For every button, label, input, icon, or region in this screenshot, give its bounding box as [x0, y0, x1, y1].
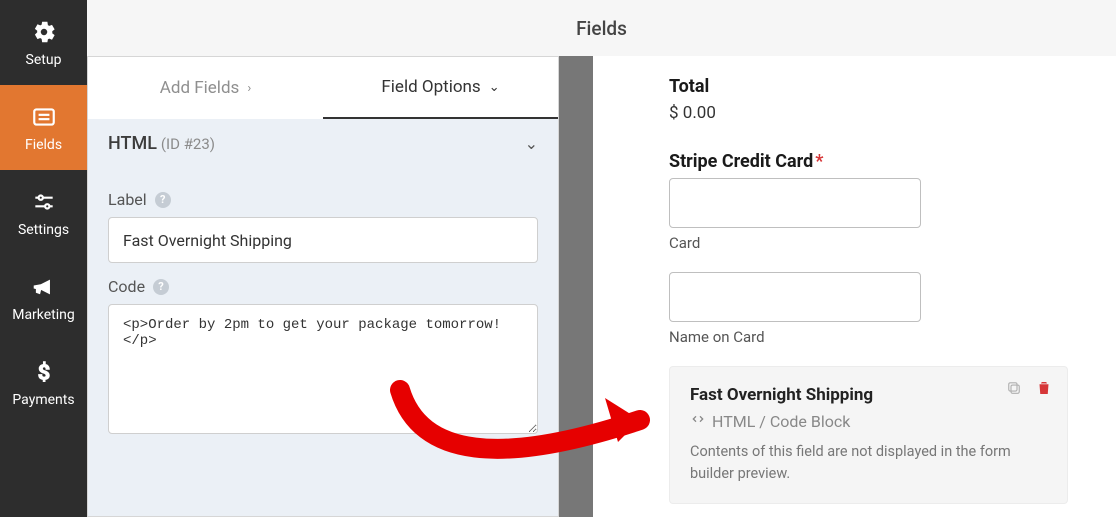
- megaphone-icon: [30, 273, 58, 301]
- panel-divider[interactable]: [559, 56, 593, 517]
- sidebar-item-label: Settings: [18, 222, 69, 238]
- page-title: Fields: [87, 0, 1116, 56]
- html-block-preview[interactable]: Fast Overnight Shipping HTML / Code Bloc…: [669, 366, 1068, 504]
- label-caption: Label ?: [108, 190, 538, 209]
- sidebar-item-label: Setup: [26, 52, 62, 68]
- sidebar-item-label: Payments: [12, 392, 74, 408]
- code-textarea[interactable]: <p>Order by 2pm to get your package tomo…: [108, 304, 538, 434]
- dollar-icon: $: [30, 358, 58, 386]
- sidebar: Setup Fields Settings Marketing $ Paymen…: [0, 0, 87, 517]
- chevron-down-icon: ⌄: [489, 80, 500, 95]
- list-icon: [30, 103, 58, 131]
- form-preview: Total $ 0.00 Stripe Credit Card* Card Na…: [593, 56, 1116, 517]
- total-label: Total: [669, 76, 1068, 97]
- tab-field-options[interactable]: Field Options ⌄: [323, 57, 558, 119]
- trash-icon[interactable]: [1033, 377, 1055, 399]
- sidebar-item-marketing[interactable]: Marketing: [0, 255, 87, 340]
- sidebar-item-payments[interactable]: $ Payments: [0, 340, 87, 425]
- stripe-label: Stripe Credit Card*: [669, 151, 1068, 172]
- card-input[interactable]: [669, 178, 921, 228]
- svg-text:$: $: [37, 360, 49, 384]
- chevron-right-icon: ›: [247, 81, 251, 96]
- field-options-panel: Add Fields › Field Options ⌄ HTML (ID #2…: [87, 56, 559, 517]
- name-on-card-input[interactable]: [669, 272, 921, 322]
- sidebar-item-fields[interactable]: Fields: [0, 85, 87, 170]
- help-icon[interactable]: ?: [155, 192, 171, 208]
- code-icon: [690, 411, 706, 431]
- sidebar-item-settings[interactable]: Settings: [0, 170, 87, 255]
- section-header[interactable]: HTML (ID #23) ⌄: [88, 119, 558, 168]
- block-type: HTML / Code Block: [690, 411, 1047, 431]
- section-title: HTML: [108, 133, 157, 154]
- name-sublabel: Name on Card: [669, 328, 1068, 346]
- required-asterisk: *: [815, 151, 823, 172]
- sidebar-item-setup[interactable]: Setup: [0, 0, 87, 85]
- sidebar-item-label: Marketing: [12, 307, 75, 323]
- tab-label: Add Fields: [160, 78, 240, 98]
- sliders-icon: [30, 188, 58, 216]
- duplicate-icon[interactable]: [1003, 377, 1025, 399]
- card-sublabel: Card: [669, 234, 1068, 252]
- code-caption: Code ?: [108, 277, 538, 296]
- block-title: Fast Overnight Shipping: [690, 385, 1047, 405]
- block-description: Contents of this field are not displayed…: [690, 441, 1047, 485]
- panel-tabs: Add Fields › Field Options ⌄: [88, 57, 558, 119]
- gear-icon: [30, 18, 58, 46]
- tab-label: Field Options: [381, 77, 480, 97]
- label-input[interactable]: [108, 217, 538, 263]
- section-id: (ID #23): [161, 135, 215, 153]
- sidebar-item-label: Fields: [25, 137, 62, 153]
- tab-add-fields[interactable]: Add Fields ›: [88, 57, 323, 119]
- chevron-down-icon: ⌄: [525, 134, 538, 153]
- help-icon[interactable]: ?: [153, 279, 169, 295]
- total-amount: $ 0.00: [669, 103, 1068, 123]
